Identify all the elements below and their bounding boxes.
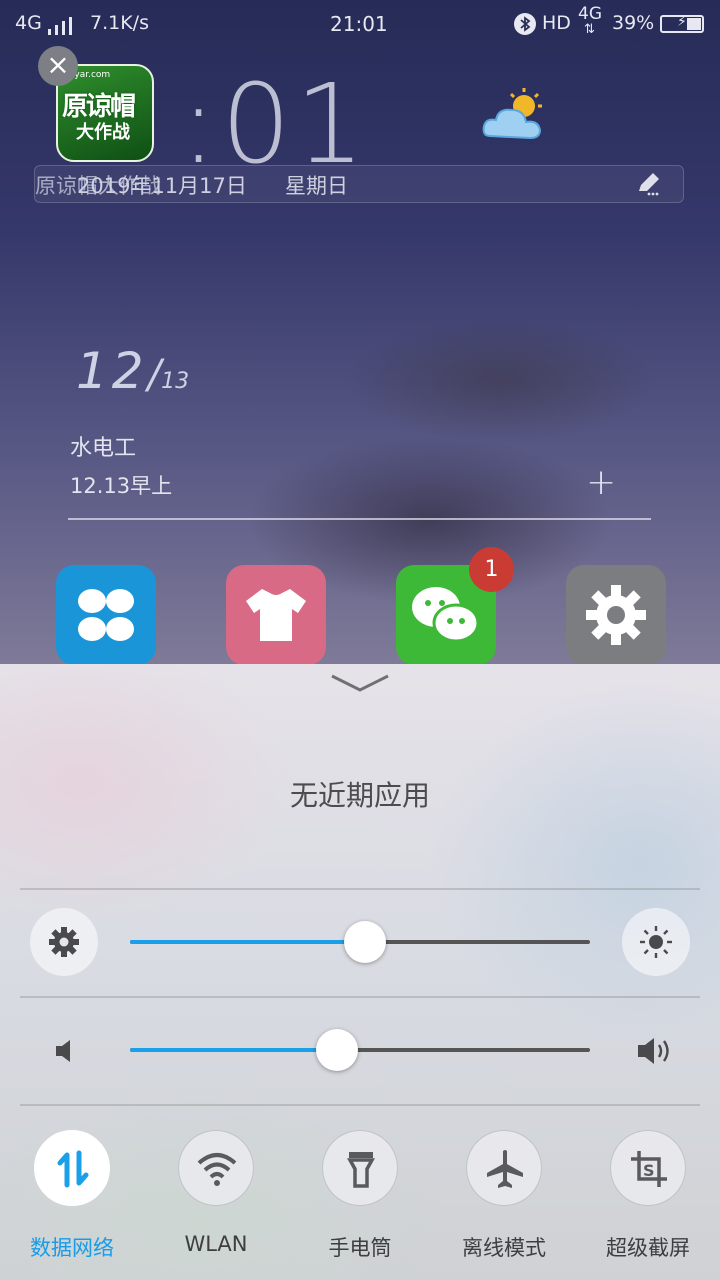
- close-icon[interactable]: ×: [38, 46, 78, 86]
- divider: [20, 1104, 700, 1106]
- data-network-icon: [57, 1150, 89, 1188]
- widget-divider: [68, 518, 651, 520]
- toggle-flashlight[interactable]: [322, 1130, 398, 1206]
- game-icon-line2: 大作战: [76, 122, 130, 143]
- toggle-label-screenshot: 超级截屏: [606, 1236, 690, 1260]
- gear-icon: [49, 927, 79, 957]
- date-text: 2019年11月17日: [77, 174, 247, 198]
- toggle-label-wlan: WLAN: [184, 1232, 248, 1256]
- status-bar: 4G 7.1K/s 21:01 HD 4G ⇅ 39% ⚡: [0, 0, 720, 48]
- settings-gear-app-icon[interactable]: [566, 565, 666, 665]
- toggle-label-data-network: 数据网络: [30, 1236, 114, 1260]
- svg-text:S: S: [643, 1161, 655, 1180]
- divider: [20, 996, 700, 998]
- flashlight-icon: [347, 1152, 375, 1188]
- toggle-airplane-mode[interactable]: [466, 1130, 542, 1206]
- data-arrows-icon: ⇅: [584, 22, 595, 37]
- date-bar[interactable]: 原谅帽大作战 2019年11月17日 星期日: [34, 165, 684, 203]
- add-note-icon[interactable]: +: [586, 462, 616, 503]
- weekday-text: 星期日: [285, 174, 348, 198]
- widget-day: 12: [76, 342, 148, 400]
- note-subtitle[interactable]: 12.13早上: [70, 470, 172, 500]
- edit-pencil-icon[interactable]: [635, 171, 661, 197]
- sun-icon: [640, 926, 672, 958]
- volume-high-icon: [638, 1038, 669, 1064]
- brightness-max-button[interactable]: [622, 908, 690, 976]
- volume-slider-fill: [130, 1048, 337, 1052]
- auto-brightness-button[interactable]: [30, 908, 98, 976]
- status-time: 21:01: [330, 12, 388, 36]
- toggle-data-network[interactable]: [34, 1130, 110, 1206]
- signal-icon: [48, 17, 78, 35]
- volume-low-icon: [56, 1040, 70, 1062]
- airplane-icon: [487, 1150, 523, 1188]
- theme-shirt-icon[interactable]: [226, 565, 326, 665]
- notification-badge: 1: [469, 547, 514, 592]
- toggle-label-airplane: 离线模式: [462, 1236, 546, 1260]
- control-center-panel: 无近期应用 S 数据网络 WLAN 手电筒 离线模式 超级截屏: [0, 664, 720, 1280]
- brightness-slider-thumb[interactable]: [343, 921, 386, 963]
- battery-icon: ⚡: [660, 14, 704, 33]
- toggle-super-screenshot[interactable]: S: [610, 1130, 686, 1206]
- network-type-2: 4G: [578, 4, 602, 24]
- network-speed: 7.1K/s: [90, 12, 149, 34]
- note-title[interactable]: 水电工: [70, 430, 136, 462]
- network-type: 4G: [15, 12, 42, 34]
- screenshot-icon: S: [631, 1151, 667, 1187]
- chevron-down-icon[interactable]: [330, 670, 390, 694]
- app-launcher-icon[interactable]: [56, 565, 156, 665]
- wifi-icon: [197, 1153, 237, 1186]
- bluetooth-icon: [514, 13, 536, 35]
- hd-indicator: HD: [542, 12, 571, 34]
- widget-month: 13: [161, 369, 190, 394]
- toggle-label-flashlight: 手电筒: [328, 1236, 392, 1260]
- widget-date: 12/13: [76, 342, 190, 400]
- divider: [20, 888, 700, 890]
- volume-slider-thumb[interactable]: [316, 1029, 358, 1071]
- battery-percent: 39%: [612, 12, 655, 34]
- weather-cloud-sun-icon: [482, 88, 542, 140]
- no-recent-apps-text: 无近期应用: [289, 779, 430, 812]
- volume-slider[interactable]: [130, 1048, 590, 1052]
- toggle-wlan[interactable]: [178, 1130, 254, 1206]
- brightness-slider-fill: [130, 940, 365, 944]
